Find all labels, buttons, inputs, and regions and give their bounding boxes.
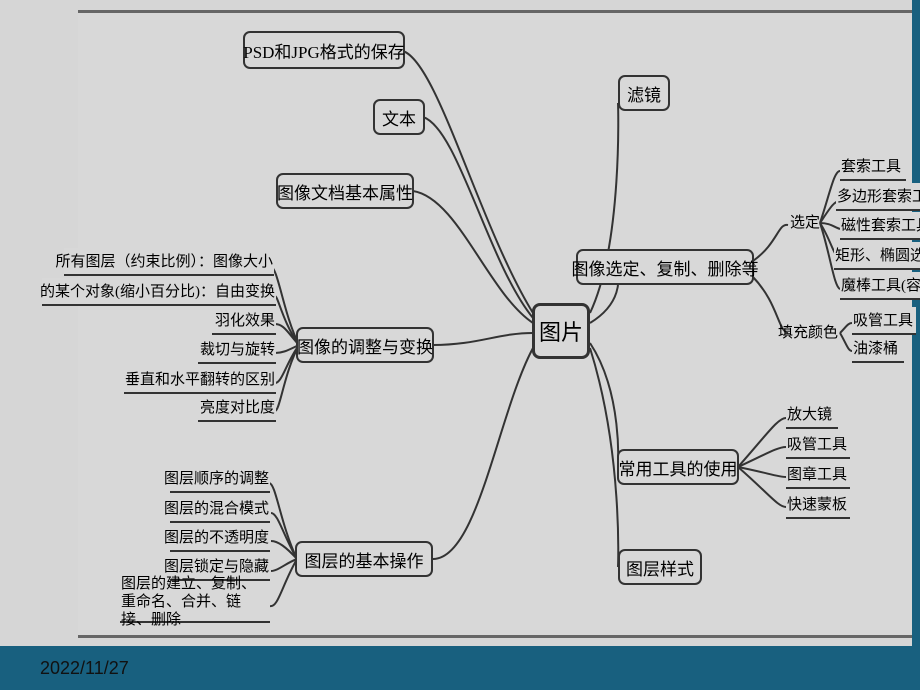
leaf-adjust-5: 亮度对比度 bbox=[198, 394, 276, 422]
leaf-tool-3: 快速蒙板 bbox=[786, 491, 850, 519]
leaf-select-1: 多边形套索工具 bbox=[836, 183, 920, 211]
leaf-fill-0: 吸管工具 bbox=[852, 307, 916, 335]
leaf-tool-1: 吸管工具 bbox=[786, 431, 850, 459]
node-adjust: 图像的调整与变换 bbox=[296, 327, 434, 363]
leaf-layer-2: 图层的不透明度 bbox=[170, 524, 270, 552]
leaf-adjust-1: 的某个对象(缩小百分比)：自由变换 bbox=[42, 278, 276, 306]
leaf-select-4: 魔棒工具(容差) bbox=[840, 272, 920, 300]
leaf-tool-2: 图章工具 bbox=[786, 461, 850, 489]
node-tools: 常用工具的使用 bbox=[617, 449, 739, 485]
slide: 图片 PSD和JPG格式的保存 文本 图像文档基本属性 图像的调整与变换 所有图… bbox=[0, 0, 920, 690]
node-text: 文本 bbox=[373, 99, 425, 135]
node-psd-jpg: PSD和JPG格式的保存 bbox=[243, 31, 405, 69]
leaf-tool-0: 放大镜 bbox=[786, 401, 838, 429]
node-layer-ops: 图层的基本操作 bbox=[295, 541, 433, 577]
footer-bar: 2022/11/27 bbox=[0, 646, 920, 690]
leaf-select-3: 矩形、椭圆选框工 bbox=[834, 242, 920, 270]
node-doc-attr: 图像文档基本属性 bbox=[276, 173, 414, 209]
leaf-adjust-2: 羽化效果 bbox=[212, 307, 276, 335]
sublabel-select: 选定 bbox=[790, 211, 820, 232]
leaf-fill-1: 油漆桶 bbox=[852, 335, 904, 363]
footer-date: 2022/11/27 bbox=[40, 658, 129, 679]
leaf-layer-4: 图层的建立、复制、重命名、合并、链接、删除 bbox=[120, 583, 270, 623]
right-edge-stripe bbox=[912, 0, 920, 690]
node-select-copy: 图像选定、复制、删除等 bbox=[576, 249, 754, 285]
center-node: 图片 bbox=[532, 303, 590, 359]
node-filter: 滤镜 bbox=[618, 75, 670, 111]
leaf-select-2: 磁性套索工具 bbox=[840, 212, 920, 240]
sublabel-fill: 填充颜色 bbox=[778, 321, 838, 342]
leaf-adjust-4: 垂直和水平翻转的区别 bbox=[124, 366, 276, 394]
leaf-adjust-0: 所有图层（约束比例）：图像大小 bbox=[64, 248, 274, 276]
leaf-select-0: 套索工具 bbox=[840, 153, 906, 181]
diagram-frame: 图片 PSD和JPG格式的保存 文本 图像文档基本属性 图像的调整与变换 所有图… bbox=[78, 10, 912, 638]
leaf-adjust-3: 裁切与旋转 bbox=[198, 336, 276, 364]
leaf-layer-1: 图层的混合模式 bbox=[170, 495, 270, 523]
node-layer-style: 图层样式 bbox=[618, 549, 702, 585]
leaf-layer-0: 图层顺序的调整 bbox=[170, 465, 270, 493]
